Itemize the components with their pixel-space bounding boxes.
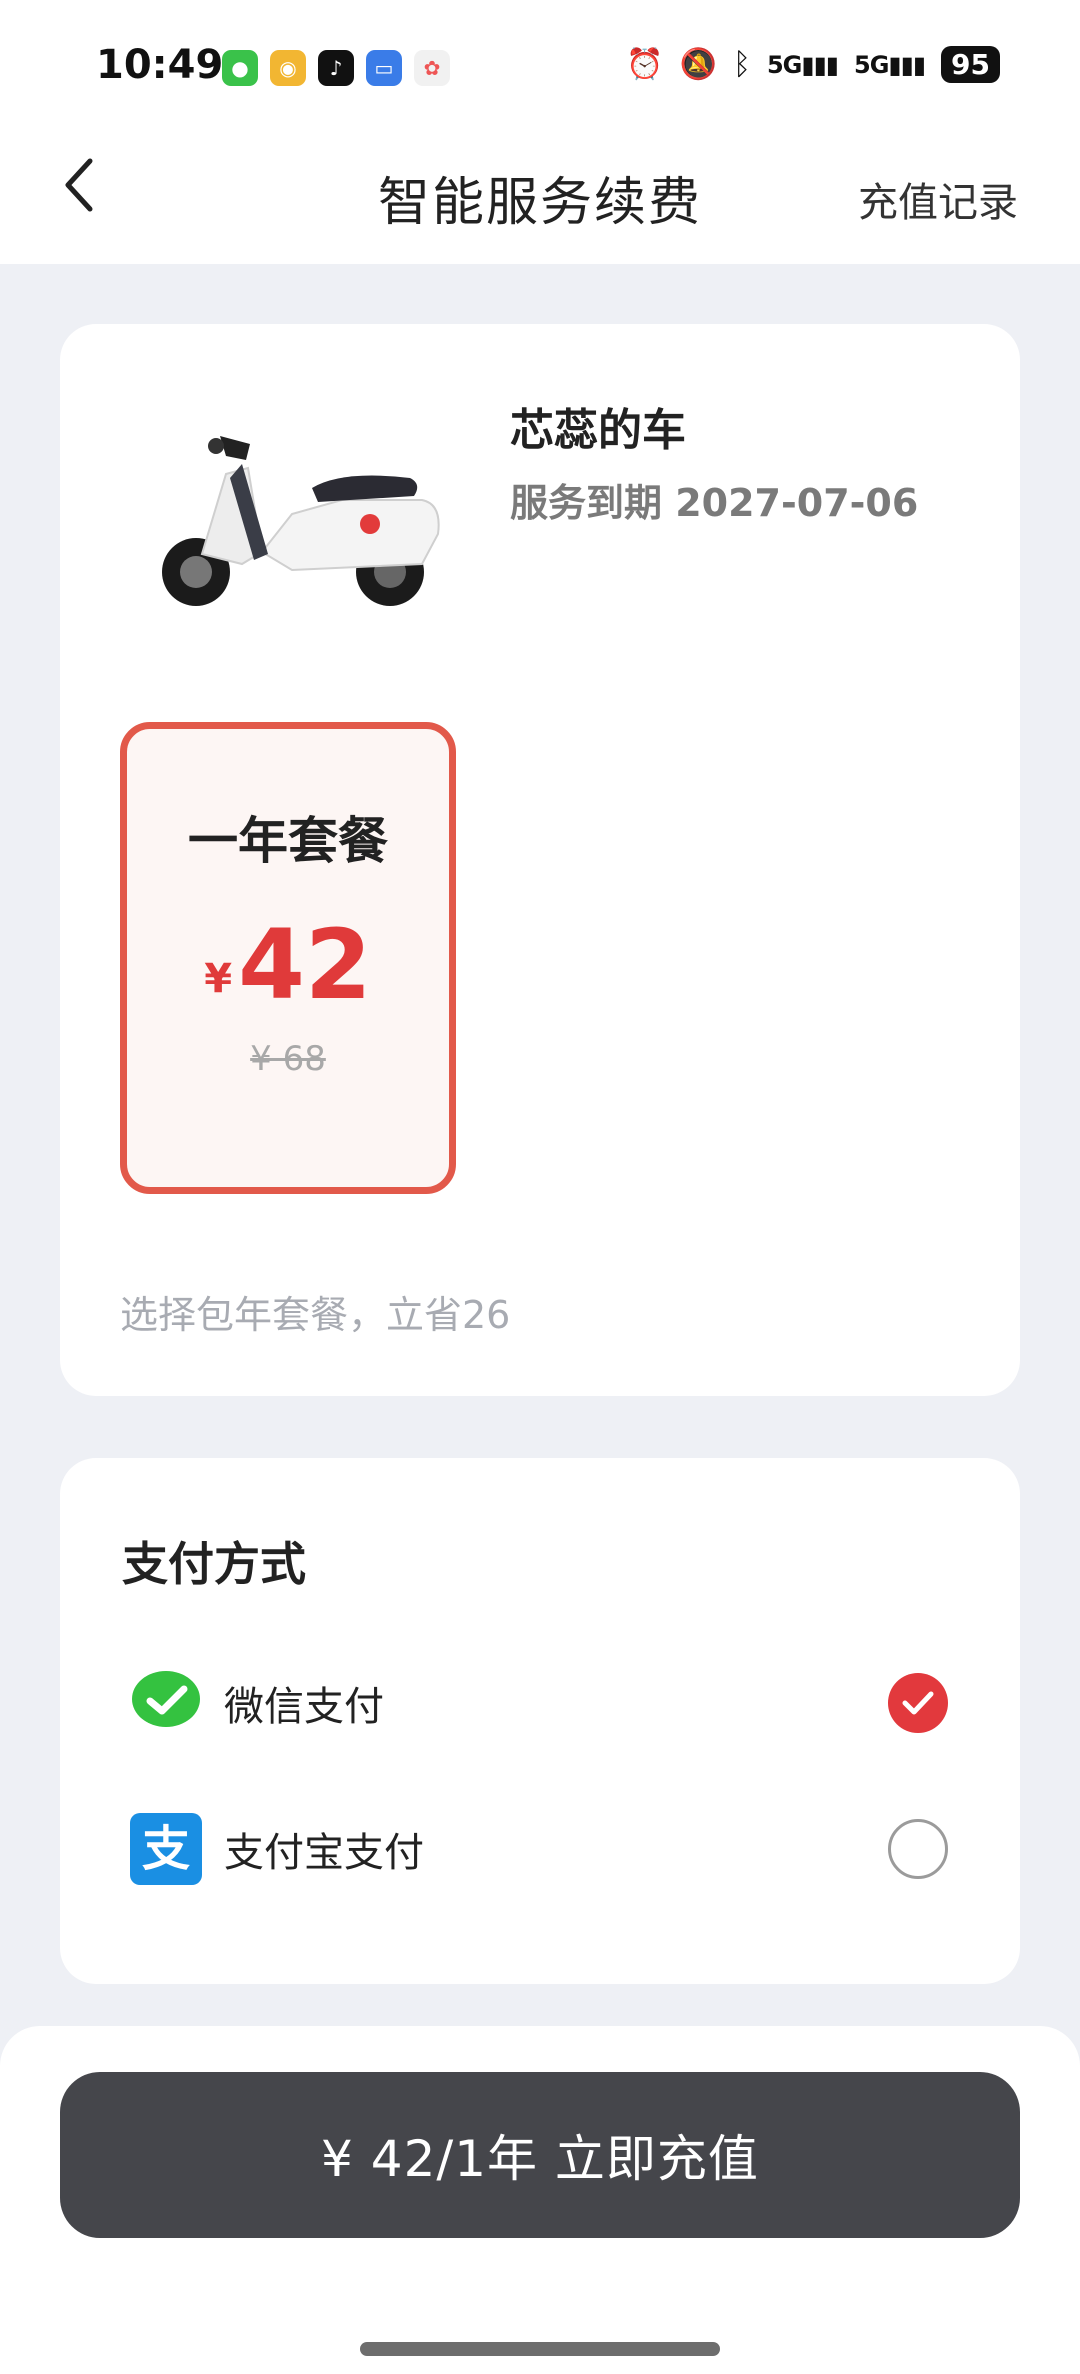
weibo-app-icon: ◉ xyxy=(270,50,306,86)
status-indicators: ⏰ 🔕 ᛒ 5G▮▮▮ 5G▮▮▮ 95 xyxy=(626,46,1000,83)
recharge-record-link[interactable]: 充值记录 xyxy=(858,170,1018,228)
plan-savings-hint: 选择包年套餐，立省26 xyxy=(120,1293,511,1337)
payment-option-wechat[interactable]: 微信支付 xyxy=(120,1658,960,1748)
recharge-now-button[interactable]: ¥ 42/1年 立即充值 xyxy=(60,2072,1020,2238)
battery-indicator: 95 xyxy=(941,46,1000,83)
payment-method-title: 支付方式 xyxy=(122,1537,306,1591)
radio-checked-icon[interactable] xyxy=(888,1673,948,1733)
payment-method-card: 支付方式 微信支付 支 支付宝支付 xyxy=(60,1458,1020,1984)
home-indicator[interactable] xyxy=(360,2342,720,2356)
signal-label-1: 5G xyxy=(766,50,802,79)
signal-label-2: 5G xyxy=(854,50,889,79)
page: 10:49 ● ◉ ♪ ▭ ✿ ⏰ 🔕 ᛒ 5G▮▮▮ 5G▮▮▮ 95 智能服… xyxy=(0,0,1080,2374)
files-app-icon: ▭ xyxy=(366,50,402,86)
service-expiry-date: 服务到期 2027-07-06 xyxy=(510,481,919,525)
currency-symbol: ¥ xyxy=(204,956,233,1002)
payment-option-label: 支付宝支付 xyxy=(224,1830,424,1876)
status-app-icons: ● ◉ ♪ ▭ ✿ xyxy=(222,50,450,86)
mute-icon: 🔕 xyxy=(679,47,717,82)
signal-icon-2: 5G▮▮▮ xyxy=(854,50,926,79)
scooter-image xyxy=(162,436,440,606)
wechat-pay-icon xyxy=(130,1667,202,1739)
plan-price-amount: 42 xyxy=(238,909,372,1021)
radio-unchecked-icon[interactable] xyxy=(888,1819,948,1879)
status-time: 10:49 xyxy=(96,42,224,88)
plan-price: ¥42 xyxy=(127,909,449,1021)
photos-app-icon: ✿ xyxy=(414,50,450,86)
douyin-app-icon: ♪ xyxy=(318,50,354,86)
plan-option-one-year[interactable]: 一年套餐 ¥42 ¥ 68 xyxy=(120,722,456,1194)
bluetooth-icon: ᛒ xyxy=(732,47,751,82)
bottom-action-panel: ¥ 42/1年 立即充值 xyxy=(0,2026,1080,2374)
plan-name: 一年套餐 xyxy=(188,812,388,870)
wechat-app-icon: ● xyxy=(222,50,258,86)
alipay-icon: 支 xyxy=(130,1813,202,1885)
plan-original-price: ¥ 68 xyxy=(250,1039,326,1079)
vehicle-card: 芯蕊的车 服务到期 2027-07-06 一年套餐 ¥42 ¥ 68 选择包年套… xyxy=(60,324,1020,1396)
payment-option-label: 微信支付 xyxy=(224,1684,384,1730)
nav-header: 智能服务续费 充值记录 xyxy=(0,130,1080,264)
signal-icon-1: 5G▮▮▮ xyxy=(766,50,839,79)
alarm-icon: ⏰ xyxy=(626,47,664,82)
status-bar: 10:49 ● ◉ ♪ ▭ ✿ ⏰ 🔕 ᛒ 5G▮▮▮ 5G▮▮▮ 95 xyxy=(0,0,1080,130)
payment-option-alipay[interactable]: 支 支付宝支付 xyxy=(120,1804,960,1894)
vehicle-name: 芯蕊的车 xyxy=(510,405,686,456)
svg-text:支: 支 xyxy=(142,1821,190,1877)
